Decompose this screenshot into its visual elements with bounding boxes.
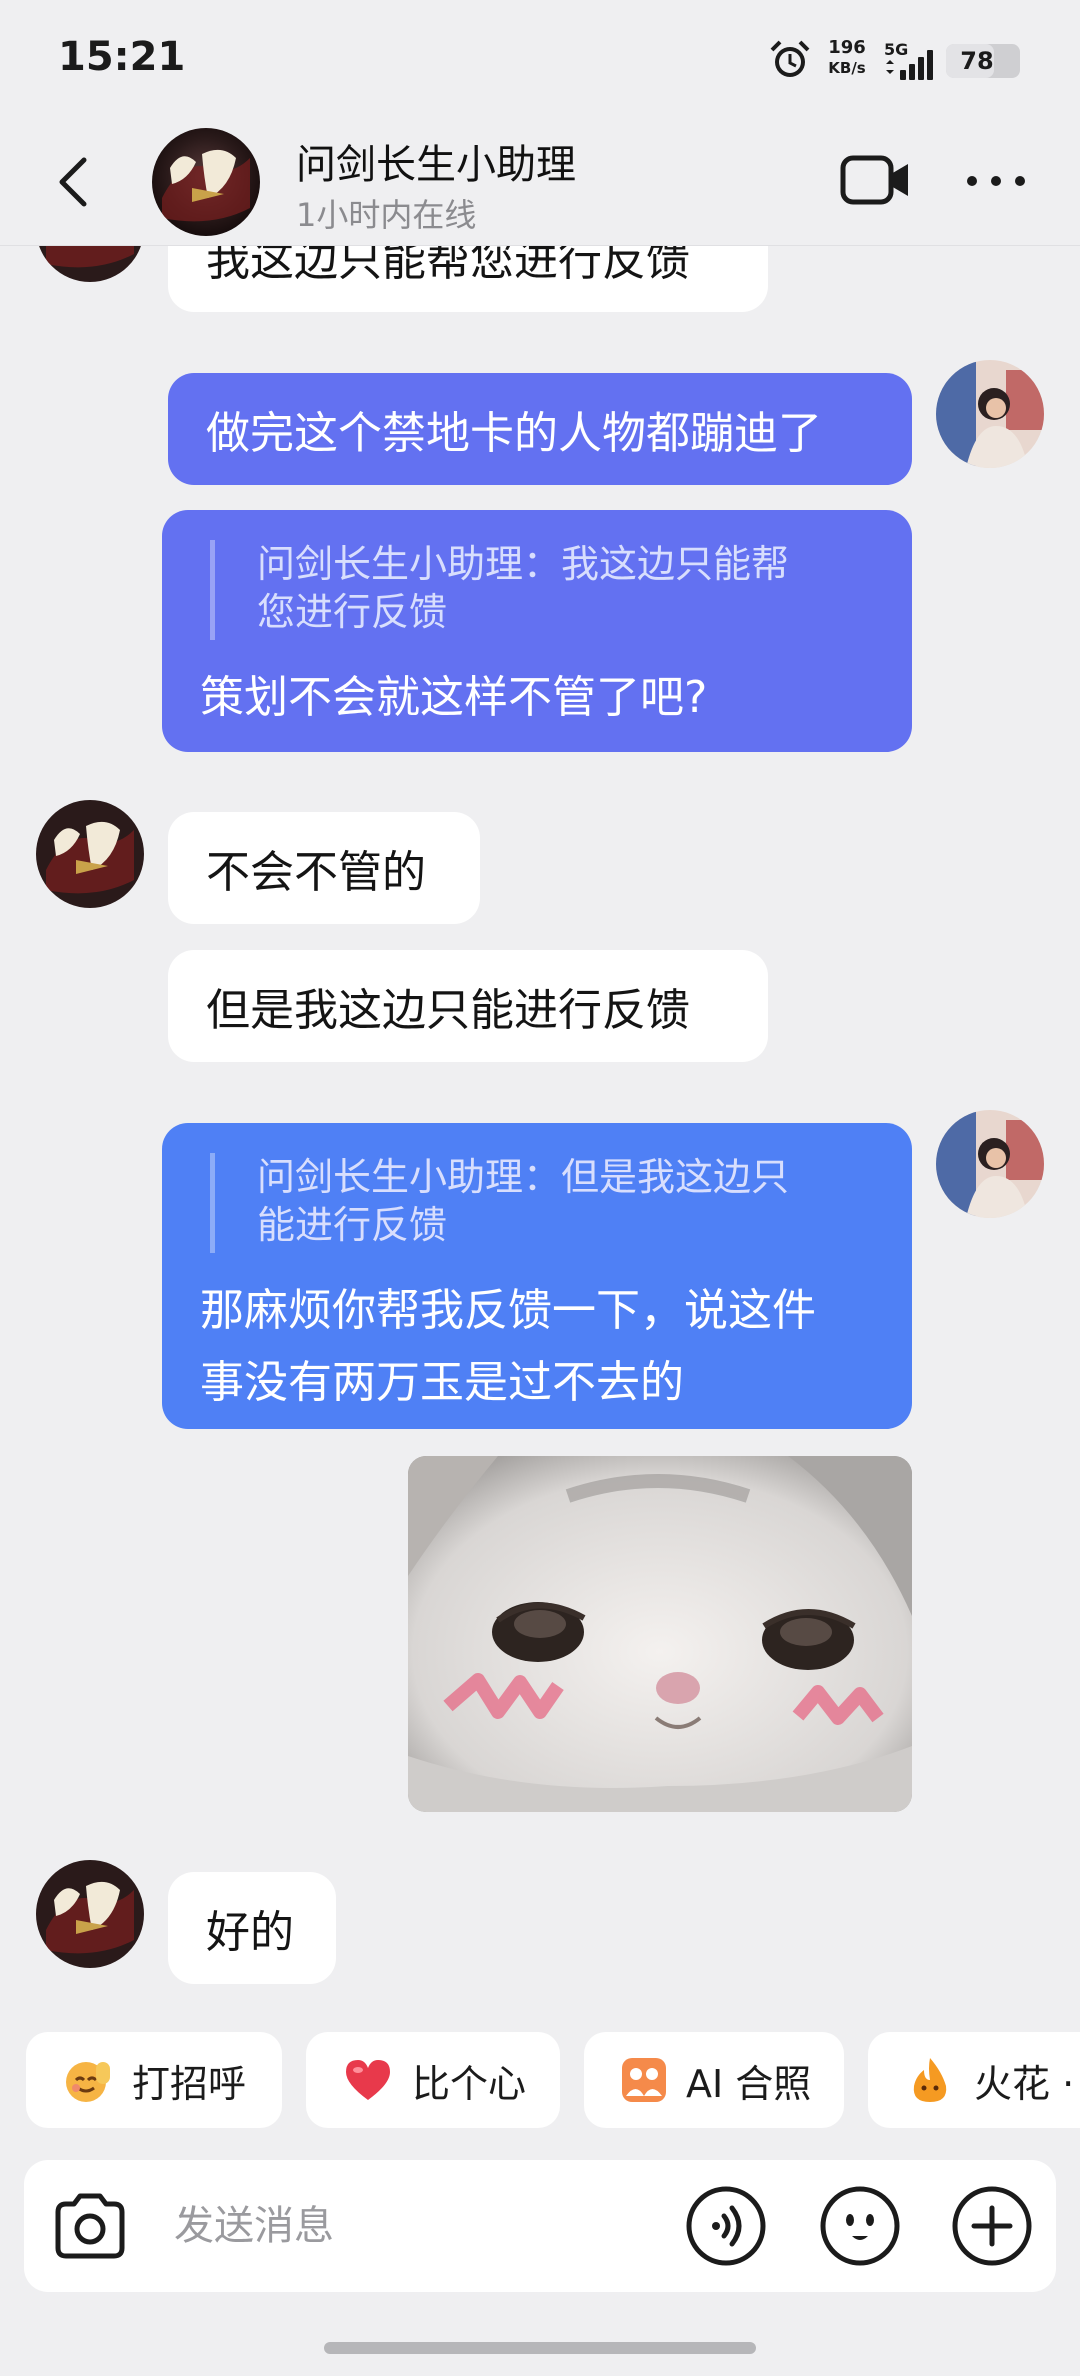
quoted-text-line: 您进行反馈 xyxy=(257,590,448,634)
message-text-line: 事没有两万玉是过不去的 xyxy=(200,1357,684,1408)
message-input-bar xyxy=(24,2160,1056,2292)
quoted-text-line: 问剑长生小助理：但是我这边只 xyxy=(257,1155,790,1199)
chip-label: AI 合照 xyxy=(686,2061,812,2106)
battery-level: 78 xyxy=(960,47,994,75)
home-indicator[interactable] xyxy=(324,2342,756,2354)
quoted-message: 问剑长生小助理：但是我这边只 能进行反馈 xyxy=(210,1153,789,1253)
message-text-line: 那麻烦你帮我反馈一下，说这件 xyxy=(200,1285,816,1336)
camera-icon[interactable] xyxy=(50,2190,130,2262)
message-bubble-sent[interactable]: 做完这个禁地卡的人物都蹦迪了 xyxy=(168,373,912,485)
network-speed: 196 KB/s xyxy=(824,38,870,78)
quick-reply-heart[interactable]: 比个心 xyxy=(306,2032,560,2128)
assistant-avatar[interactable] xyxy=(36,1860,144,1968)
message-text: 策划不会就这样不管了吧? xyxy=(200,672,708,723)
quoted-text-line: 能进行反馈 xyxy=(257,1203,448,1247)
contact-avatar[interactable] xyxy=(152,128,260,236)
chip-label: 火花 · xyxy=(974,2061,1075,2106)
message-text: 不会不管的 xyxy=(206,847,426,898)
quick-reply-greet[interactable]: 打招呼 xyxy=(26,2032,282,2128)
game-logo-avatar-icon xyxy=(36,1860,144,1968)
battery-indicator: 78 xyxy=(946,44,1020,78)
network-speed-value: 196 xyxy=(828,37,866,58)
user-avatar[interactable] xyxy=(936,360,1044,468)
online-status: 1小时内在线 xyxy=(296,196,477,234)
message-text: 但是我这边只能进行反馈 xyxy=(206,985,690,1036)
message-bubble-received[interactable]: 但是我这边只能进行反馈 xyxy=(168,950,768,1062)
message-bubble-received[interactable]: 不会不管的 xyxy=(168,812,480,924)
quoted-text-line: 问剑长生小助理：我这边只能帮 xyxy=(257,542,790,586)
network-speed-unit: KB/s xyxy=(828,59,866,77)
quick-reply-bar: 打招呼 比个心 AI 合照 火花 · xyxy=(0,2032,1080,2128)
video-call-icon[interactable] xyxy=(840,150,912,210)
alarm-icon xyxy=(770,40,810,77)
voice-message-icon[interactable] xyxy=(684,2184,768,2268)
status-bar: 15:21 196 KB/s 5G 78 xyxy=(0,0,1080,120)
message-text: 那麻烦你帮我反馈一下，说这件 事没有两万玉是过不去的 xyxy=(200,1275,816,1419)
message-bubble-sent-reply[interactable]: 问剑长生小助理：但是我这边只 能进行反馈 那麻烦你帮我反馈一下，说这件 事没有两… xyxy=(162,1123,912,1429)
message-input[interactable] xyxy=(174,2190,674,2262)
assistant-avatar[interactable] xyxy=(36,246,144,282)
quick-reply-ai-photo[interactable]: AI 合照 xyxy=(584,2032,844,2128)
game-logo-avatar-icon xyxy=(152,128,260,236)
message-text: 做完这个禁地卡的人物都蹦迪了 xyxy=(206,408,822,459)
more-options-icon[interactable] xyxy=(962,156,1030,206)
quick-reply-spark[interactable]: 火花 · xyxy=(868,2032,1080,2128)
assistant-avatar[interactable] xyxy=(36,800,144,908)
message-text: 好的 xyxy=(206,1907,294,1958)
game-logo-avatar-icon xyxy=(36,246,144,282)
heart-icon xyxy=(346,2060,390,2100)
contact-name: 问剑长生小助理 xyxy=(296,142,576,188)
crying-cat-sticker-icon xyxy=(408,1456,912,1812)
wave-emoji-icon xyxy=(66,2062,110,2102)
signal-bars-icon xyxy=(886,50,933,80)
emoji-icon[interactable] xyxy=(818,2184,902,2268)
chip-label: 比个心 xyxy=(412,2061,527,2106)
game-logo-avatar-icon xyxy=(36,800,144,908)
message-bubble-sent-reply[interactable]: 问剑长生小助理：我这边只能帮 您进行反馈 策划不会就这样不管了吧? xyxy=(162,510,912,752)
chip-label: 打招呼 xyxy=(132,2061,247,2106)
chat-messages: 我这边只能帮您进行反馈 做完这个禁地卡的人物都蹦迪了 问剑长生小助理：我这边只能… xyxy=(0,246,1080,2026)
add-more-icon[interactable] xyxy=(950,2184,1034,2268)
back-arrow-icon[interactable] xyxy=(50,152,100,212)
ai-photo-icon xyxy=(622,2058,666,2102)
message-bubble-received[interactable]: 我这边只能帮您进行反馈 xyxy=(168,246,768,312)
clock: 15:21 xyxy=(58,34,186,80)
fire-icon xyxy=(913,2058,947,2102)
user-photo-avatar-icon xyxy=(936,1110,1044,1218)
user-avatar[interactable] xyxy=(936,1110,1044,1218)
message-bubble-received[interactable]: 好的 xyxy=(168,1872,336,1984)
sticker-image[interactable] xyxy=(408,1456,912,1812)
message-text: 我这边只能帮您进行反馈 xyxy=(206,246,690,286)
user-photo-avatar-icon xyxy=(936,360,1044,468)
chat-header: 问剑长生小助理 1小时内在线 xyxy=(0,120,1080,246)
quoted-message: 问剑长生小助理：我这边只能帮 您进行反馈 xyxy=(210,540,789,640)
